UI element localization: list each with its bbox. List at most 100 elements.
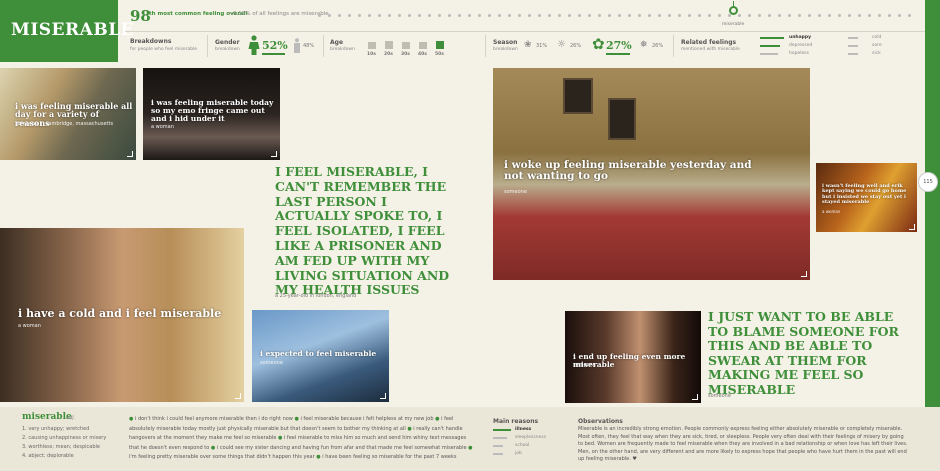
divider: [485, 35, 486, 57]
rank-dot: [768, 14, 771, 17]
divider: [323, 35, 324, 57]
age-bar: [368, 42, 376, 49]
pull-quote: I FEEL MISERABLE, I CAN'T REMEMBER THE L…: [275, 164, 450, 298]
photo-bed: i woke up feeling miserable yesterday an…: [493, 68, 810, 280]
rank-dot: [398, 14, 401, 17]
rank-dot: [558, 14, 561, 17]
age-label: 50s: [435, 52, 444, 57]
rank-dot: [368, 14, 371, 17]
related-feeling: hopeless: [789, 51, 809, 56]
autumn-underline: [606, 53, 630, 55]
photo-corner: [801, 271, 807, 277]
rank-dot: [898, 14, 901, 17]
gender-title: Gender: [215, 39, 240, 46]
photo-byline: a woman: [18, 323, 41, 329]
photo-byline: someone: [260, 360, 283, 366]
page-edge: [925, 0, 940, 471]
photo-corner: [380, 393, 386, 399]
rank-dot: [488, 14, 491, 17]
age-label: 10s: [367, 52, 376, 57]
observations-title: Observations: [578, 418, 623, 425]
rank-dot: [418, 14, 421, 17]
female-percentage: 52%: [262, 39, 288, 52]
rank-dot: [788, 14, 791, 17]
autumn-leaf-icon: ✿: [592, 35, 605, 53]
season-title: Season: [493, 39, 518, 46]
reason-item: job: [515, 451, 522, 456]
wall-picture: [608, 98, 636, 140]
rank-dot: [818, 14, 821, 17]
related-bar: [848, 45, 858, 47]
photo-byline: a woman: [151, 124, 174, 130]
photo-corner: [909, 224, 915, 230]
photo-caption: i have a cold and i feel miserable: [18, 307, 222, 320]
definition-item: 4. abject; deplorable: [22, 453, 74, 459]
reason-item: sleeplessness: [515, 435, 547, 440]
page-number: 115: [918, 172, 938, 192]
rank-dot: [378, 14, 381, 17]
header-divider: [125, 31, 925, 32]
rank-dot: [798, 14, 801, 17]
age-bar: [419, 42, 427, 49]
rank-marker-icon: [729, 6, 738, 15]
photo-corner: [127, 151, 133, 157]
breakdowns-title: Breakdowns: [130, 38, 172, 45]
photo-night-out: i wasn't feeling well and erik kept sayi…: [816, 163, 917, 232]
breakdowns-subtitle: for people who feel miserable: [130, 47, 198, 52]
related-feeling: unhappy: [789, 35, 812, 40]
age-label: 30s: [401, 52, 410, 57]
related-bar: [760, 37, 784, 39]
rank-dot: [358, 14, 361, 17]
rank-dot: [328, 14, 331, 17]
season-pct-spring: 31%: [536, 43, 548, 49]
male-icon: [294, 38, 300, 53]
pull-quote: I JUST WANT TO BE ABLE TO BLAME SOMEONE …: [708, 309, 899, 397]
photo-woman-cold: i have a cold and i feel miserable a wom…: [0, 228, 244, 402]
sentence: i'm feeling pretty miserable over some t…: [129, 454, 315, 460]
rank-dot: [868, 14, 871, 17]
season-pct-winter: 26%: [652, 43, 664, 49]
photo-corner: [271, 151, 277, 157]
rank-dot: [548, 14, 551, 17]
divider: [207, 35, 208, 57]
observations-text: Miserable is an incredibly strong emotio…: [578, 426, 908, 463]
rank-dot: [438, 14, 441, 17]
rank-percentage: • 0.13% of all feelings are miserable: [228, 11, 329, 17]
rank-dot: [498, 14, 501, 17]
page-title: MISERABLE: [11, 20, 135, 40]
spring-icon: ❀: [524, 40, 532, 50]
rank-dot: [578, 14, 581, 17]
rank-dot: [828, 14, 831, 17]
rank-dot: [408, 14, 411, 17]
rank-dot: [908, 14, 911, 17]
rank-dot: [468, 14, 471, 17]
age-bar: [385, 41, 393, 49]
quote-byline: a 25-year-old in london, england: [275, 293, 357, 299]
related-bar: [848, 53, 858, 55]
related-bar: [760, 53, 778, 55]
photo-bubbles: i expected to feel miserable someone: [252, 310, 389, 402]
related-feeling: depressed: [789, 43, 813, 48]
rank-number: 98: [130, 7, 151, 25]
rank-dot: [688, 14, 691, 17]
rank-dot: [738, 14, 741, 17]
related-feeling: cold: [872, 35, 882, 40]
age-bar: [402, 42, 410, 49]
rank-dot: [718, 14, 721, 17]
age-label: 20s: [384, 52, 393, 57]
season-pct-autumn: 27%: [606, 39, 632, 52]
photo-byline: someone in cambridge, massachusetts: [15, 121, 114, 127]
photo-caption: i wasn't feeling well and erik kept sayi…: [822, 183, 907, 205]
sentence-stream: ● i don't think i could feel anymore mis…: [129, 416, 473, 460]
rank-dot: [658, 14, 661, 17]
photo-byline: a woman: [822, 209, 841, 214]
photo-caption: i woke up feeling miserable yesterday an…: [504, 159, 752, 183]
rank-dot: [648, 14, 651, 17]
reason-item: illness: [515, 427, 532, 432]
rank-marker-label: miserable: [722, 22, 745, 27]
reason-bar: [493, 429, 511, 431]
definition-word: miserable: [22, 412, 72, 422]
related-feeling: sick: [872, 51, 881, 56]
photo-corner: [235, 393, 241, 399]
reason-bar: [493, 453, 503, 455]
